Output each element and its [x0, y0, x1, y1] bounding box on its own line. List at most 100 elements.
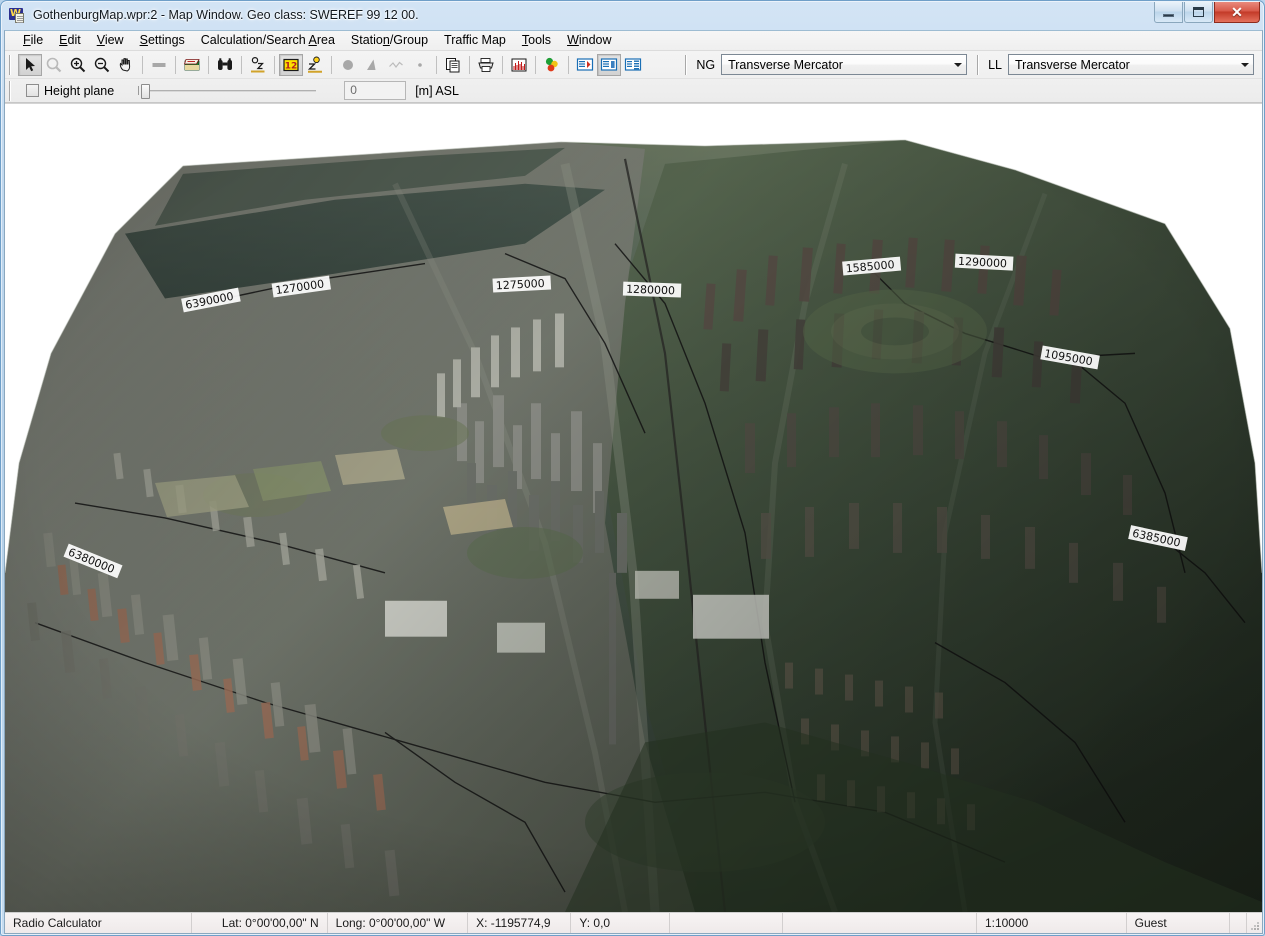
height-plane-checkbox-wrap[interactable]: Height plane [26, 84, 114, 98]
svg-text:1275000: 1275000 [496, 277, 546, 293]
title-bar[interactable]: W GothenburgMap.wpr:2 - Map Window. Geo … [1, 1, 1264, 29]
menu-file-label: ile [30, 33, 44, 47]
polygon-button[interactable] [360, 54, 384, 76]
menu-settings[interactable]: Settings [132, 31, 193, 50]
height-plane-unit: [m] ASL [415, 83, 459, 98]
slider-track [146, 89, 317, 92]
maximize-icon [1193, 7, 1204, 17]
legend-center-button[interactable] [597, 53, 621, 76]
pan-hand-icon [119, 57, 131, 72]
map-view[interactable]: 6390000 1270000 1275000 1280000 1585000 … [5, 103, 1262, 912]
chevron-down-icon[interactable] [1236, 55, 1253, 74]
resize-grip-icon[interactable] [1247, 913, 1262, 933]
height-plane-grip[interactable] [9, 80, 15, 101]
chevron-down-icon[interactable] [949, 55, 966, 74]
zoom-in-button[interactable] [66, 54, 90, 76]
status-user: Guest [1127, 913, 1230, 933]
menu-station-group[interactable]: Station/Group [343, 31, 436, 50]
copy-button[interactable] [441, 54, 465, 76]
toolbar-separator [208, 55, 209, 74]
ll-projection-value: Transverse Mercator [1015, 57, 1130, 72]
main-toolbar: 12 NG Transverse Mercator LL Transverse … [5, 51, 1262, 78]
profile-icon [251, 56, 265, 72]
menu-calculation-search-area[interactable]: Calculation/Search Area [193, 31, 343, 50]
status-spare-1 [670, 913, 783, 933]
print-button[interactable] [474, 54, 498, 76]
menu-edit[interactable]: Edit [51, 31, 89, 50]
status-spare-2 [783, 913, 977, 933]
toolbar-separator [568, 55, 569, 74]
map-layers-button[interactable] [180, 54, 204, 76]
histogram-button[interactable] [507, 54, 531, 76]
rectangle-icon [152, 62, 166, 67]
histogram-icon [511, 58, 527, 71]
menu-view[interactable]: View [89, 31, 132, 50]
circle-button[interactable] [336, 54, 360, 76]
height-plane-value-input[interactable]: 0 [344, 81, 407, 100]
circle-icon [343, 59, 353, 70]
toolbar-grip[interactable] [9, 54, 15, 75]
ll-toolbar-grip[interactable] [977, 54, 984, 75]
status-spare-3 [1230, 913, 1247, 933]
show-values-button[interactable]: 12 [279, 53, 303, 76]
pointer-arrow-button[interactable] [18, 53, 42, 76]
toolbar-area: 12 NG Transverse Mercator LL Transverse … [5, 51, 1262, 103]
palette-button[interactable] [540, 54, 564, 76]
zoom-out-icon [94, 57, 110, 72]
toolbar-separator [535, 55, 536, 74]
zoom-button[interactable] [42, 54, 66, 76]
status-mode: Radio Calculator [5, 913, 192, 933]
binoculars-icon [218, 57, 232, 70]
height-plane-toolbar: Height plane 0 [m] ASL [5, 78, 1262, 102]
ng-toolbar-grip[interactable] [685, 54, 692, 75]
map-layers-icon [183, 58, 200, 70]
client-area: File Edit View Settings Calculation/Sear… [4, 30, 1263, 934]
profile-button[interactable] [246, 54, 270, 76]
minimize-button[interactable] [1154, 2, 1183, 23]
numbers-12-icon: 12 [283, 58, 299, 71]
ll-group: LL Transverse Mercator [986, 54, 1254, 75]
legend-right-icon [624, 57, 642, 71]
app-icon[interactable]: W [8, 6, 26, 24]
status-coord-x: X: -1195774,9 [468, 913, 572, 933]
measure-button[interactable] [303, 54, 327, 76]
ll-projection-select[interactable]: Transverse Mercator [1008, 54, 1254, 75]
polyline-icon [389, 61, 403, 68]
toolbar-separator [436, 55, 437, 74]
map-3d-terrain-canvas[interactable]: 6390000 1270000 1275000 1280000 1585000 … [5, 104, 1262, 912]
zoom-icon [46, 57, 62, 72]
height-plane-checkbox[interactable] [26, 84, 39, 97]
legend-left-button[interactable] [573, 54, 597, 76]
rectangle-button[interactable] [147, 54, 171, 76]
maximize-button[interactable] [1184, 2, 1213, 23]
minimize-icon [1163, 13, 1174, 17]
svg-text:12: 12 [285, 61, 298, 71]
menu-file[interactable]: File [15, 31, 51, 50]
binoculars-button[interactable] [213, 54, 237, 76]
slider-thumb[interactable] [141, 83, 151, 99]
ng-projection-select[interactable]: Transverse Mercator [721, 54, 968, 75]
status-coord-y: Y: 0,0 [571, 913, 671, 933]
ng-projection-value: Transverse Mercator [728, 57, 843, 72]
toolbar-separator [274, 55, 275, 74]
status-latitude: Lat: 0°00'00,00" N [192, 913, 328, 933]
zoom-out-button[interactable] [90, 54, 114, 76]
menu-window[interactable]: Window [559, 31, 619, 50]
close-button[interactable]: ✕ [1214, 2, 1260, 23]
svg-text:1290000: 1290000 [958, 255, 1008, 271]
ng-label: NG [696, 57, 716, 72]
terrain-body [5, 139, 1262, 912]
height-plane-slider[interactable] [138, 81, 317, 101]
legend-right-button[interactable] [621, 54, 645, 76]
toolbar-separator [142, 55, 143, 74]
toolbar-separator [469, 55, 470, 74]
toolbar-separator [331, 55, 332, 74]
legend-left-icon [576, 57, 594, 71]
menu-tools[interactable]: Tools [514, 31, 559, 50]
toolbar-separator [502, 55, 503, 74]
window-controls: ✕ [1153, 2, 1260, 23]
point-button[interactable] [408, 54, 432, 76]
pan-hand-button[interactable] [114, 54, 138, 76]
polyline-button[interactable] [384, 54, 408, 76]
menu-traffic-map[interactable]: Traffic Map [436, 31, 514, 50]
